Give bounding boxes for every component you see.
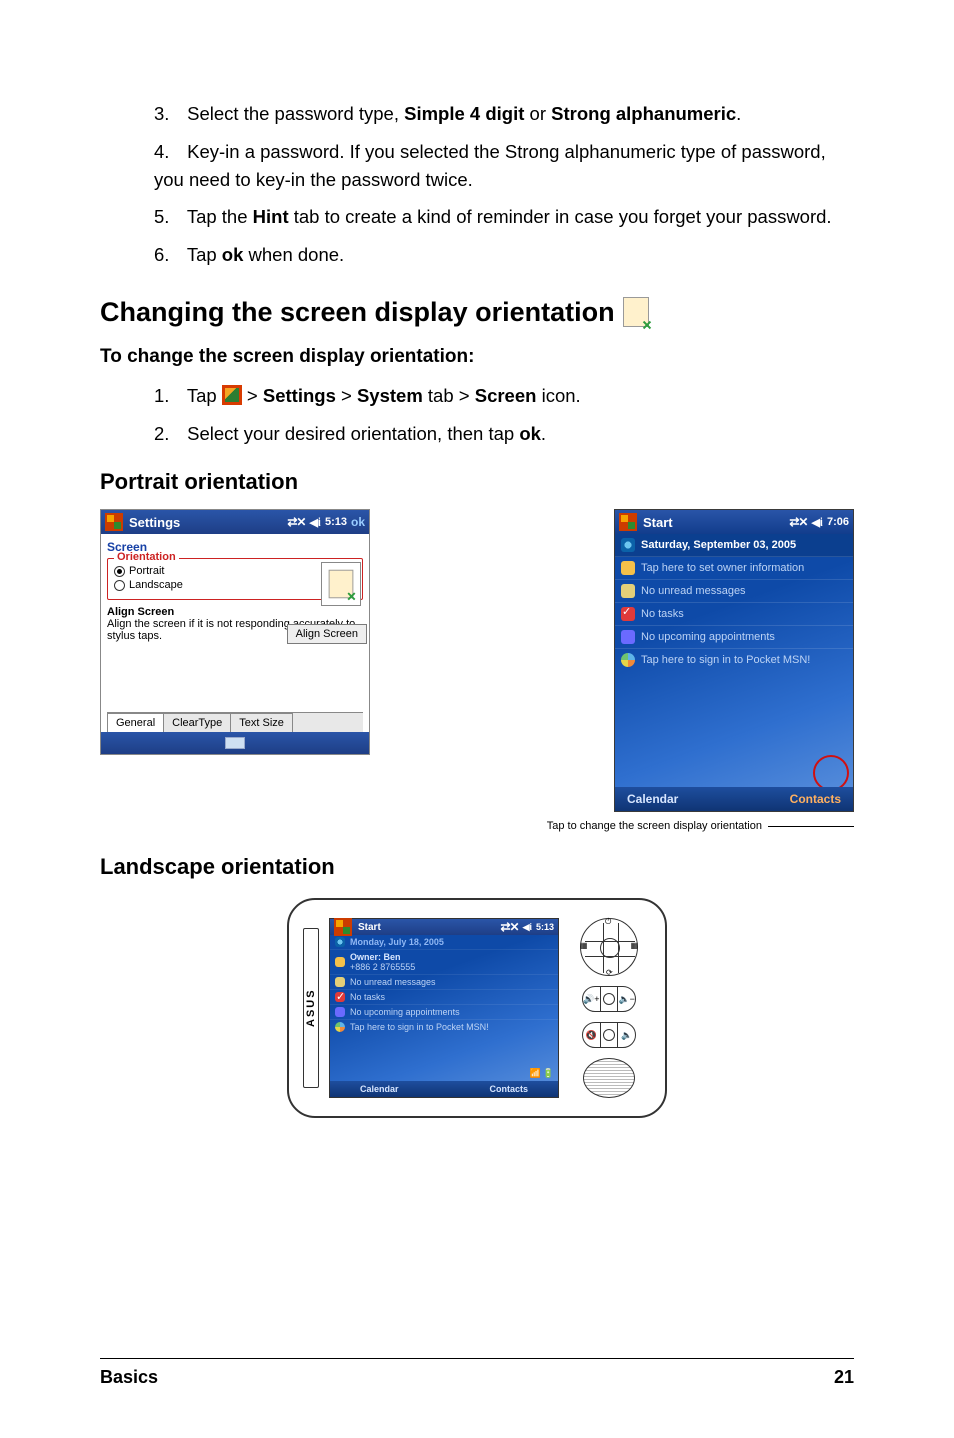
landscape-device-illustration: ASUS Start ⇄✕ ◀ἰ 5:13 Monday, July 18, 2… [287, 898, 667, 1118]
tab-textsize[interactable]: Text Size [230, 713, 293, 732]
ls-tasks[interactable]: No tasks [330, 990, 558, 1005]
today-messages[interactable]: No unread messages [615, 580, 853, 603]
softkey-contacts[interactable]: Contacts [790, 792, 841, 806]
nav-step-2: 2. Select your desired orientation, then… [154, 420, 854, 448]
msn-icon [621, 653, 635, 667]
align-screen-block: Align Screen Align the screen if it is n… [107, 606, 363, 642]
start-flag-icon [619, 513, 637, 531]
ls-msn[interactable]: Tap here to sign in to Pocket MSN! [330, 1020, 558, 1034]
start-flag-icon [334, 918, 352, 936]
step-3: 3. Select the password type, Simple 4 di… [154, 100, 854, 128]
radio-icon [114, 566, 125, 577]
page-number: 21 [834, 1367, 854, 1388]
landscape-screen: Start ⇄✕ ◀ἰ 5:13 Monday, July 18, 2005 O… [329, 918, 559, 1098]
taskbar: Settings ⇄✕ ◀ἰ 5:13 ok [101, 510, 369, 534]
step-6: 6. Tap ok when done. [154, 241, 854, 269]
volume-rocker[interactable]: 🔊+ 🔈− [582, 986, 636, 1012]
tabs: General ClearType Text Size [107, 712, 363, 732]
today-owner[interactable]: Tap here to set owner information [615, 557, 853, 580]
brand-strip: ASUS [303, 928, 319, 1088]
start-menu-icon [222, 385, 242, 405]
ls-date: Monday, July 18, 2005 [330, 935, 558, 950]
portrait-orientation-heading: Portrait orientation [100, 469, 854, 495]
softkey-calendar[interactable]: Calendar [627, 792, 678, 806]
calendar-icon [621, 630, 635, 644]
connectivity-icon: ⇄✕ [287, 515, 305, 529]
radio-portrait[interactable]: Portrait [114, 565, 356, 577]
messages-icon [335, 977, 345, 987]
align-screen-button[interactable]: Align Screen [287, 624, 367, 644]
screen-preview-icon [321, 562, 361, 606]
ls-owner[interactable]: Owner: Ben +886 2 8765555 [330, 950, 558, 975]
owner-icon [335, 957, 345, 967]
callout-line [768, 826, 854, 827]
nav-step-1: 1. Tap > Settings > System tab > Screen … [154, 382, 854, 410]
volume-icon: ◀ἰ [309, 516, 321, 529]
footer-section: Basics [100, 1367, 158, 1388]
screen-orientation-icon [623, 297, 649, 327]
callout: Tap to change the screen display orienta… [547, 820, 854, 832]
clock: 5:13 [536, 922, 554, 932]
connectivity-icon: ⇄✕ [789, 515, 807, 529]
today-appointments[interactable]: No upcoming appointments [615, 626, 853, 649]
ls-messages[interactable]: No unread messages [330, 975, 558, 990]
radio-landscape[interactable]: Landscape [114, 579, 356, 591]
volume-icon: ◀ἰ [811, 516, 823, 529]
step-4: 4. Key-in a password. If you selected th… [154, 138, 854, 194]
ie-icon [335, 937, 345, 947]
connectivity-icon: ⇄✕ [500, 920, 518, 934]
tab-cleartype[interactable]: ClearType [163, 713, 231, 732]
dpad[interactable]: ⏻ ⟳ ▦ ▦ [580, 918, 638, 976]
tab-general[interactable]: General [107, 713, 164, 732]
subheading: To change the screen display orientation… [100, 346, 854, 368]
today-date: Saturday, September 03, 2005 [615, 534, 853, 557]
messages-icon [621, 584, 635, 598]
tray-icons: 📶🔋 [530, 1068, 554, 1079]
softkey-contacts[interactable]: Contacts [489, 1084, 528, 1094]
start-flag-icon [105, 513, 123, 531]
volume-icon: ◀ἰ [523, 922, 532, 933]
step-5: 5. Tap the Hint tab to create a kind of … [154, 203, 854, 231]
landscape-orientation-heading: Landscape orientation [100, 854, 854, 880]
secondary-rocker[interactable]: 🔇🔈 [582, 1022, 636, 1048]
radio-icon [114, 580, 125, 591]
softkey-calendar[interactable]: Calendar [360, 1084, 399, 1094]
keyboard-icon[interactable] [225, 737, 245, 749]
window-title: Start [643, 515, 673, 530]
settings-screenshot: Settings ⇄✕ ◀ἰ 5:13 ok Screen Orientatio… [100, 509, 370, 755]
section-heading: Changing the screen display orientation [100, 297, 854, 328]
msn-icon [335, 1022, 345, 1032]
today-msn[interactable]: Tap here to sign in to Pocket MSN! [615, 649, 853, 671]
tasks-icon [621, 607, 635, 621]
ls-appointments[interactable]: No upcoming appointments [330, 1005, 558, 1020]
ie-icon [621, 538, 635, 552]
tasks-icon [335, 992, 345, 1002]
today-screenshot: Start ⇄✕ ◀ἰ 7:06 Saturday, September 03,… [614, 509, 854, 812]
today-tasks[interactable]: No tasks [615, 603, 853, 626]
contacts-highlight-circle [813, 755, 849, 791]
sip-bar [101, 732, 369, 754]
clock: 5:13 [325, 516, 347, 528]
owner-icon [621, 561, 635, 575]
page-footer: Basics 21 [100, 1358, 854, 1388]
ok-button[interactable]: ok [351, 515, 365, 529]
speaker-grille [583, 1058, 635, 1098]
calendar-icon [335, 1007, 345, 1017]
window-title: Settings [129, 515, 180, 530]
clock: 7:06 [827, 516, 849, 528]
